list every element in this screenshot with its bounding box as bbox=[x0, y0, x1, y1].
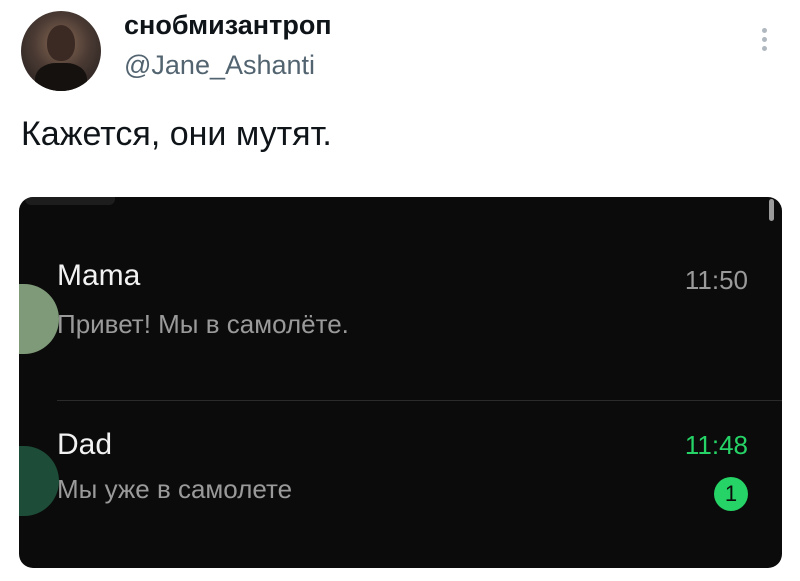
chat-row-dad[interactable]: Dad Мы уже в самолете 11:48 1 bbox=[19, 401, 782, 568]
attached-image[interactable]: Mama Привет! Мы в самолёте. 11:50 Dad Мы… bbox=[19, 197, 782, 568]
chat-avatar bbox=[19, 284, 59, 354]
display-name[interactable]: снобмизантроп bbox=[124, 10, 332, 41]
chat-avatar bbox=[19, 446, 59, 516]
avatar-face bbox=[47, 25, 75, 61]
avatar[interactable] bbox=[21, 11, 101, 91]
chat-last-message: Мы уже в самолете bbox=[57, 474, 293, 504]
chat-name: Mama bbox=[57, 259, 141, 292]
chat-time: 11:48 bbox=[684, 430, 748, 460]
more-vertical-icon[interactable] bbox=[758, 28, 770, 58]
chat-name: Dad bbox=[57, 428, 113, 461]
tweet-text: Кажется, они мутят. bbox=[21, 115, 332, 153]
unread-badge: 1 bbox=[714, 477, 748, 511]
chat-time: 11:50 bbox=[684, 265, 748, 295]
avatar-body bbox=[35, 63, 87, 91]
user-handle[interactable]: @Jane_Ashanti bbox=[124, 50, 315, 81]
chat-last-message: Привет! Мы в самолёте. bbox=[57, 309, 349, 339]
chat-row-mama[interactable]: Mama Привет! Мы в самолёте. 11:50 bbox=[19, 197, 782, 400]
